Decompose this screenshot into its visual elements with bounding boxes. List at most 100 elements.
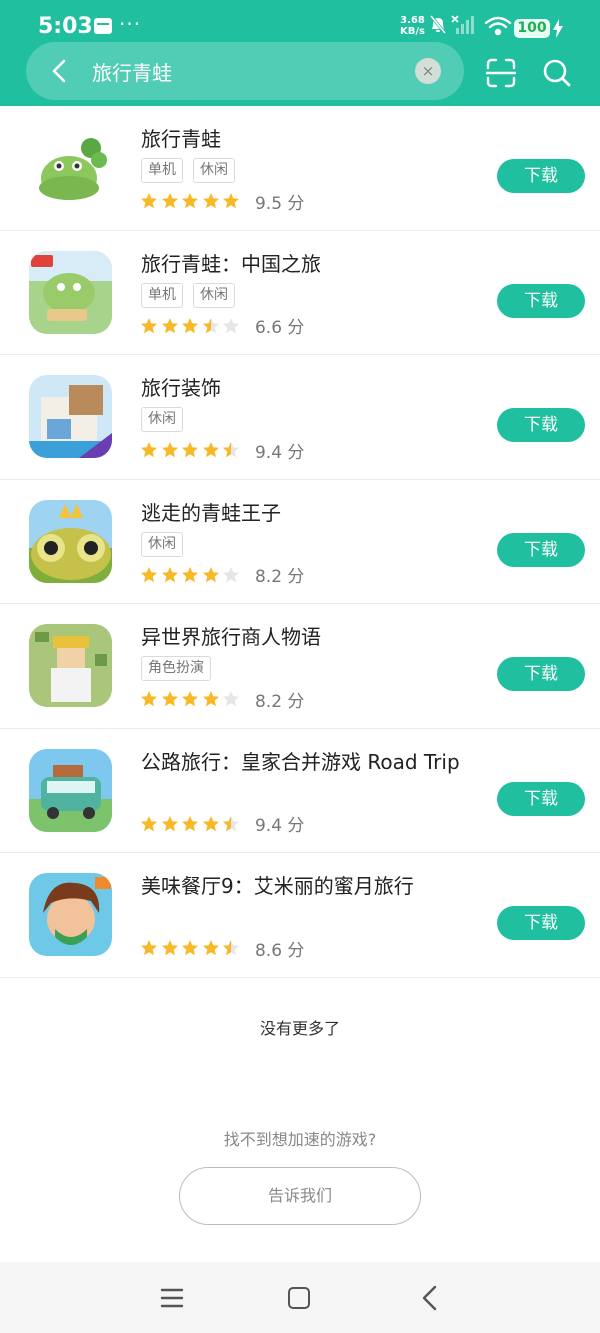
- rating-score: 8.2 分: [254, 691, 305, 712]
- star-full-icon: [161, 940, 178, 956]
- frog-china-icon[interactable]: [29, 250, 112, 334]
- search-icon[interactable]: [542, 58, 572, 88]
- van-icon[interactable]: [29, 748, 112, 832]
- download-button[interactable]: 下载: [497, 408, 585, 442]
- star-full-icon: [202, 940, 219, 956]
- star-full-icon: [182, 317, 199, 333]
- cant-find-text: 找不到想加速的游戏?: [223, 1130, 377, 1149]
- star-full-icon: [161, 193, 178, 209]
- game-list-item[interactable]: 旅行青蛙：中国之旅 单机 休闲 6.6 分 下载: [0, 231, 600, 355]
- game-list-item[interactable]: 逃走的青蛙王子 休闲 8.2 分 下载: [0, 480, 600, 604]
- tag-list: 休闲: [141, 407, 193, 433]
- frog-icon[interactable]: [29, 126, 112, 209]
- wifi-icon: [484, 16, 512, 36]
- mute-bell-icon: [430, 15, 447, 34]
- star-full-icon: [202, 442, 219, 458]
- star-full-icon: [182, 815, 199, 831]
- star-full-icon: [141, 691, 157, 707]
- genre-tag: 角色扮演: [141, 656, 211, 681]
- tag-list: 休闲: [141, 531, 193, 558]
- notification-icon: [94, 18, 112, 34]
- house-icon[interactable]: [29, 375, 112, 458]
- tell-us-button[interactable]: 告诉我们: [179, 1167, 421, 1225]
- star-empty-icon: [223, 691, 240, 707]
- more-notifications-icon: ···: [119, 12, 142, 36]
- star-empty-icon: [223, 317, 240, 333]
- genre-tag: 单机: [141, 282, 183, 308]
- clear-search-button[interactable]: ×: [415, 58, 441, 84]
- star-full-icon: [202, 566, 219, 582]
- star-full-icon: [141, 566, 157, 582]
- genre-tag: 休闲: [193, 158, 235, 183]
- tag-list: 单机 休闲: [141, 158, 245, 184]
- rating-score: 8.6 分: [254, 940, 305, 961]
- scan-icon[interactable]: [486, 58, 516, 88]
- star-full-icon: [141, 940, 157, 956]
- game-title: 旅行装饰: [141, 376, 221, 400]
- game-list-item[interactable]: 旅行装饰休闲 9.4 分 下载: [0, 355, 600, 480]
- rating-score: 9.4 分: [254, 816, 305, 836]
- star-full-icon: [141, 317, 157, 333]
- genre-tag: 休闲: [193, 282, 235, 308]
- star-full-icon: [182, 691, 199, 707]
- download-button[interactable]: 下载: [497, 159, 585, 193]
- download-button[interactable]: 下载: [497, 906, 585, 940]
- genre-tag: 休闲: [141, 407, 183, 432]
- no-more-text: 没有更多了: [259, 1019, 340, 1038]
- game-title: 逃走的青蛙王子: [141, 500, 281, 525]
- download-button[interactable]: 下载: [497, 657, 585, 691]
- star-full-icon: [161, 442, 178, 458]
- star-full-icon: [161, 566, 178, 582]
- search-results-list: 旅行青蛙 单机 休闲 9.5 分下载 旅行青蛙：中国之旅 单机 休闲 6.6 分下载 旅行装饰休…: [0, 106, 600, 978]
- star-full-icon: [223, 193, 240, 209]
- status-time: 5:03: [38, 14, 93, 39]
- genre-tag: 休闲: [141, 531, 183, 557]
- rating-score: 8.2 分: [254, 567, 305, 587]
- star-full-icon: [182, 566, 199, 582]
- game-title: 美味餐厅9：艾米丽的蜜月旅行: [141, 874, 414, 898]
- star-full-icon: [161, 691, 178, 707]
- back-arrow-icon[interactable]: [46, 57, 74, 85]
- star-half-icon: [223, 442, 240, 458]
- home-icon[interactable]: [288, 1287, 310, 1309]
- game-title: 异世界旅行商人物语: [141, 625, 321, 649]
- rating: 8.2 分: [140, 688, 305, 712]
- star-half-icon: [202, 317, 219, 333]
- network-speed-unit: KB/s: [400, 26, 425, 37]
- rating: 8.6 分: [140, 937, 305, 961]
- status-bar: 5:03 ··· 3.68 KB/s 100: [0, 0, 600, 44]
- charging-icon: [553, 19, 563, 38]
- search-input[interactable]: [92, 54, 392, 88]
- rating-score: 9.5 分: [254, 193, 305, 214]
- download-button[interactable]: 下载: [497, 532, 585, 567]
- star-full-icon: [182, 940, 199, 956]
- pixel-girl-icon[interactable]: [29, 624, 112, 707]
- rating: 8.2 分: [140, 564, 305, 587]
- download-button[interactable]: 下载: [497, 781, 585, 816]
- rating-score: 9.4 分: [254, 442, 305, 463]
- recent-apps-icon[interactable]: [160, 1286, 184, 1310]
- emily-icon[interactable]: [29, 873, 112, 956]
- game-list-item[interactable]: 旅行青蛙单机 休闲 9.5 分 下载: [0, 106, 600, 231]
- star-full-icon: [202, 815, 219, 831]
- star-empty-icon: [223, 566, 240, 582]
- star-half-icon: [223, 815, 240, 831]
- frog-prince-icon[interactable]: [29, 499, 112, 583]
- network-speed-value: 3.68: [400, 15, 425, 26]
- star-full-icon: [161, 815, 178, 831]
- star-full-icon: [141, 815, 157, 831]
- game-list-item[interactable]: 异世界旅行商人物语 角色扮演 8.2 分 下载: [0, 604, 600, 729]
- star-full-icon: [202, 691, 219, 707]
- game-list-item[interactable]: 美味餐厅9：艾米丽的蜜月旅行 8.6 分 下载: [0, 853, 600, 978]
- rating: 9.4 分: [140, 439, 305, 463]
- rating: 9.5 分: [140, 190, 305, 214]
- game-list-item[interactable]: 公路旅行：皇家合并游戏 Road Trip 9.4 分 下载: [0, 729, 600, 853]
- rating-score: 6.6 分: [254, 318, 305, 338]
- nav-back-icon[interactable]: [418, 1284, 440, 1312]
- game-title: 旅行青蛙: [141, 127, 221, 151]
- download-button[interactable]: 下载: [497, 283, 585, 318]
- status-icons: [430, 15, 512, 36]
- star-full-icon: [182, 442, 199, 458]
- star-full-icon: [141, 193, 157, 209]
- battery-icon: 100: [514, 19, 550, 38]
